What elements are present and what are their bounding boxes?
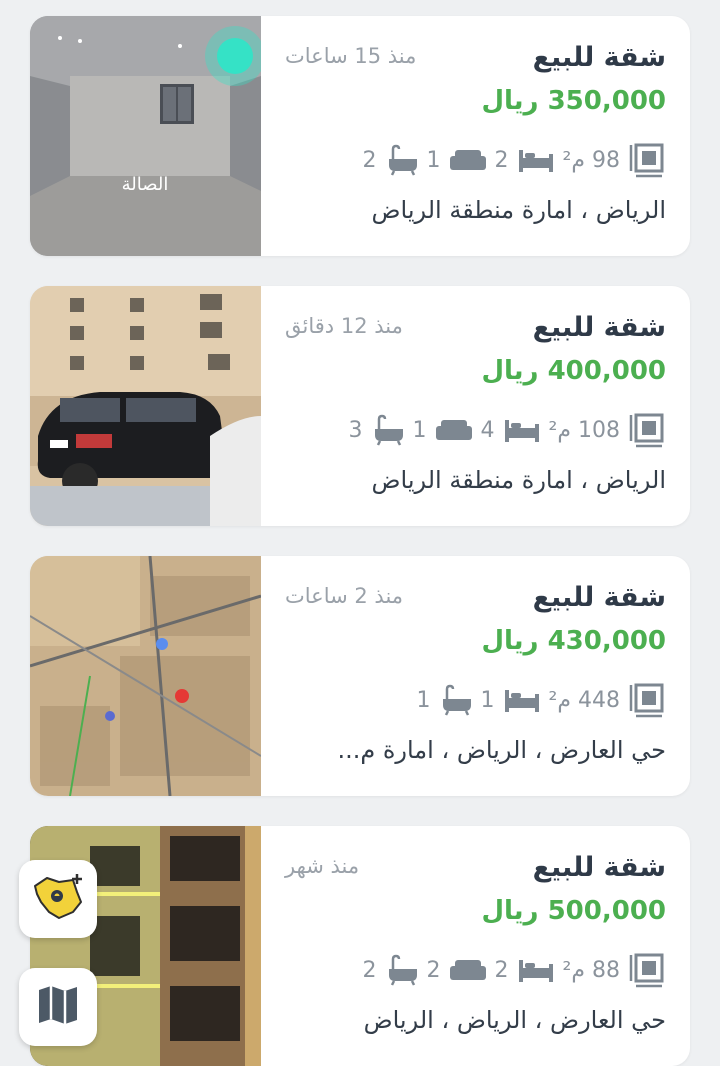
listing-title: شقة للبيع	[532, 312, 666, 343]
listing-photo-living-room: الصالة	[30, 16, 261, 256]
listing-price: 350,000 ريال	[481, 86, 666, 116]
listing-price: 400,000 ريال	[481, 356, 666, 386]
photo-caption: الصالة	[122, 174, 169, 195]
bathtub-icon	[385, 953, 419, 987]
saudi-map-add-location-icon	[29, 868, 87, 930]
bathrooms-value: 2	[362, 147, 377, 173]
listing-time: منذ 15 ساعات	[285, 44, 417, 68]
listing-info: شقة للبيع منذ 12 دقائق 400,000 ريال 108 …	[261, 286, 690, 526]
bathtub-icon	[385, 143, 419, 177]
sofa-icon	[449, 956, 487, 984]
listing-photo[interactable]: الصالة	[30, 16, 261, 256]
bedrooms-value: 4	[480, 417, 495, 443]
living-rooms-value: 1	[412, 417, 427, 443]
listing-card[interactable]: الصالة شقة للبيع منذ 15 ساعات 350,000 ري…	[30, 16, 690, 256]
listing-location: حي العارض ، الرياض ، امارة م...	[337, 736, 666, 764]
listing-price: 430,000 ريال	[481, 626, 666, 656]
area-value: 88 م²	[562, 957, 620, 983]
listing-card[interactable]: شقة للبيع منذ شهر 500,000 ريال 88 م² 2 2…	[30, 826, 690, 1066]
folded-map-icon	[35, 982, 81, 1032]
listing-info: شقة للبيع منذ 15 ساعات 350,000 ريال 98 م…	[261, 16, 690, 256]
listing-title: شقة للبيع	[532, 582, 666, 613]
nearby-map-button[interactable]	[19, 860, 97, 938]
bed-icon	[517, 956, 555, 984]
listing-card[interactable]: شقة للبيع منذ 2 ساعات 430,000 ريال 448 م…	[30, 556, 690, 796]
listing-photo[interactable]	[30, 286, 261, 526]
map-view-button[interactable]	[19, 968, 97, 1046]
bathrooms-value: 1	[416, 687, 431, 713]
listing-photo[interactable]	[30, 556, 261, 796]
sofa-icon	[435, 416, 473, 444]
area-value: 98 م²	[562, 147, 620, 173]
bedrooms-value: 2	[494, 147, 509, 173]
bathtub-icon	[439, 683, 473, 717]
bed-icon	[503, 686, 541, 714]
bed-icon	[503, 416, 541, 444]
listing-time: منذ شهر	[285, 854, 360, 878]
listing-specs: 448 م² 1 1	[409, 678, 666, 722]
listing-photo-satellite-map	[30, 556, 261, 796]
bedrooms-value: 1	[480, 687, 495, 713]
listing-specs: 88 م² 2 2 2	[355, 948, 666, 992]
listing-specs: 108 م² 4 1 3	[341, 408, 666, 452]
bathrooms-value: 2	[362, 957, 377, 983]
area-value: 448 م²	[548, 687, 620, 713]
listing-location: الرياض ، امارة منطقة الرياض	[371, 196, 666, 224]
living-rooms-value: 1	[426, 147, 441, 173]
listing-title: شقة للبيع	[532, 852, 666, 883]
living-rooms-value: 2	[426, 957, 441, 983]
bathtub-icon	[371, 413, 405, 447]
area-measure-icon	[628, 951, 666, 989]
area-measure-icon	[628, 141, 666, 179]
listing-location: الرياض ، امارة منطقة الرياض	[371, 466, 666, 494]
bathrooms-value: 3	[348, 417, 363, 443]
area-value: 108 م²	[548, 417, 620, 443]
listing-location: حي العارض ، الرياض ، الرياض	[363, 1006, 666, 1034]
area-measure-icon	[628, 411, 666, 449]
bed-icon	[517, 146, 555, 174]
bedrooms-value: 2	[494, 957, 509, 983]
listing-info: شقة للبيع منذ 2 ساعات 430,000 ريال 448 م…	[261, 556, 690, 796]
listing-info: شقة للبيع منذ شهر 500,000 ريال 88 م² 2 2…	[261, 826, 690, 1066]
area-measure-icon	[628, 681, 666, 719]
sofa-icon	[449, 146, 487, 174]
listing-photo-building-car	[30, 286, 261, 526]
listing-time: منذ 12 دقائق	[285, 314, 403, 338]
listing-card[interactable]: شقة للبيع منذ 12 دقائق 400,000 ريال 108 …	[30, 286, 690, 526]
listing-title: شقة للبيع	[532, 42, 666, 73]
listing-price: 500,000 ريال	[481, 896, 666, 926]
listing-time: منذ 2 ساعات	[285, 584, 404, 608]
listing-specs: 98 م² 2 1 2	[355, 138, 666, 182]
